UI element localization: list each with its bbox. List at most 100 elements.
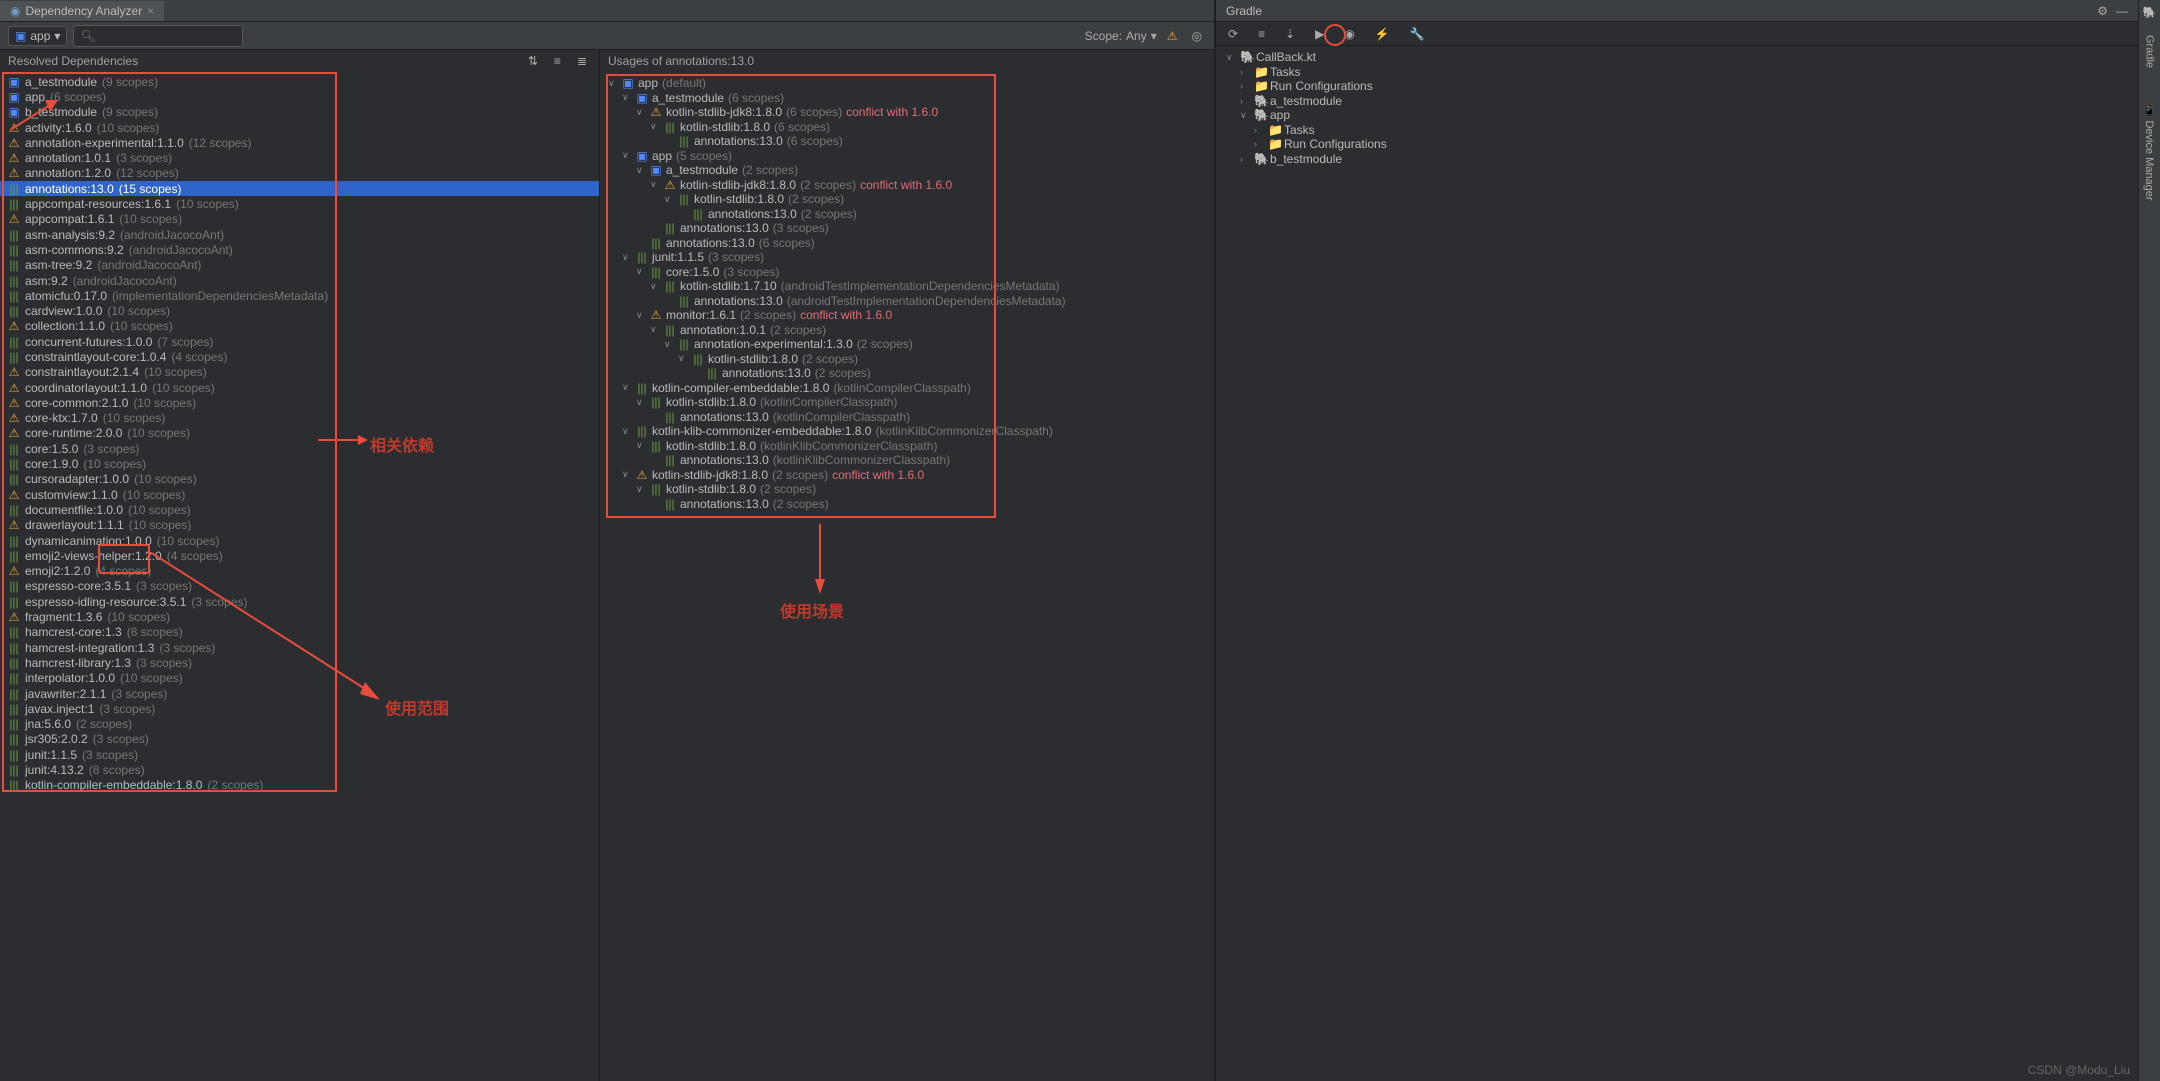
gradle-tree-row[interactable]: ›📁Run Configurations xyxy=(1226,79,2128,94)
dependency-row[interactable]: |||core:1.5.0(3 scopes) xyxy=(0,441,599,456)
dependency-row[interactable]: |||emoji2-views-helper:1.2.0(4 scopes) xyxy=(0,548,599,563)
dependency-row[interactable]: |||annotations:13.0(15 scopes) xyxy=(0,181,599,196)
gradle-tree-row[interactable]: ∨🐘CallBack.kt xyxy=(1226,50,2128,65)
close-icon[interactable]: × xyxy=(147,4,154,18)
dependency-row[interactable]: |||core:1.9.0(10 scopes) xyxy=(0,456,599,471)
usage-row[interactable]: ∨|||kotlin-stdlib:1.8.0 (2 scopes) xyxy=(608,192,1206,207)
dependency-row[interactable]: |||javax.inject:1(3 scopes) xyxy=(0,701,599,716)
dependency-row[interactable]: |||atomicfu:0.17.0(implementationDepende… xyxy=(0,288,599,303)
dependency-row[interactable]: |||dynamicanimation:1.0.0(10 scopes) xyxy=(0,533,599,548)
wrench-icon[interactable]: 🔧 xyxy=(1406,25,1429,43)
attach-icon[interactable]: ≡ xyxy=(1254,25,1269,43)
dependency-row[interactable]: ⚠core-runtime:2.0.0(10 scopes) xyxy=(0,426,599,441)
usage-row[interactable]: |||annotations:13.0 (6 scopes) xyxy=(608,236,1206,251)
collapse-icon[interactable]: ≣ xyxy=(573,52,591,70)
usage-row[interactable]: ∨⚠monitor:1.6.1 (2 scopes) conflict with… xyxy=(608,308,1206,323)
dependency-row[interactable]: |||concurrent-futures:1.0.0(7 scopes) xyxy=(0,334,599,349)
device-manager-label[interactable]: 📱 Device Manager xyxy=(2143,104,2156,201)
usage-row[interactable]: ∨|||kotlin-stdlib:1.7.10 (androidTestImp… xyxy=(608,279,1206,294)
gradle-strip-icon[interactable]: 🐘 xyxy=(2143,6,2156,19)
dependency-row[interactable]: ⚠emoji2:1.2.0(4 scopes) xyxy=(0,564,599,579)
usage-row[interactable]: ∨|||annotation-experimental:1.3.0 (2 sco… xyxy=(608,337,1206,352)
dependency-row[interactable]: |||asm-commons:9.2(androidJacocoAnt) xyxy=(0,242,599,257)
dependency-row[interactable]: ▣a_testmodule(9 scopes) xyxy=(0,74,599,89)
dependency-row[interactable]: |||constraintlayout-core:1.0.4(4 scopes) xyxy=(0,349,599,364)
scope-select[interactable]: Scope: Any ▾ xyxy=(1085,29,1157,43)
dependency-row[interactable]: |||asm-tree:9.2(androidJacocoAnt) xyxy=(0,258,599,273)
dependency-row[interactable]: ⚠customview:1.1.0(10 scopes) xyxy=(0,487,599,502)
usage-row[interactable]: |||annotations:13.0 (androidTestImplemen… xyxy=(608,294,1206,309)
dependency-row[interactable]: |||espresso-core:3.5.1(3 scopes) xyxy=(0,579,599,594)
dependency-row[interactable]: |||junit:4.13.2(8 scopes) xyxy=(0,762,599,777)
minimize-icon[interactable]: — xyxy=(2116,4,2128,18)
usage-row[interactable]: ∨|||kotlin-stdlib:1.8.0 (kotlinKlibCommo… xyxy=(608,439,1206,454)
dependency-row[interactable]: |||hamcrest-integration:1.3(3 scopes) xyxy=(0,640,599,655)
dependency-row[interactable]: |||javawriter:2.1.1(3 scopes) xyxy=(0,686,599,701)
gradle-tree-row[interactable]: ›🐘a_testmodule xyxy=(1226,94,2128,109)
tab-dependency-analyzer[interactable]: ◉ Dependency Analyzer × xyxy=(0,1,164,21)
dependency-row[interactable]: ⚠annotation:1.0.1(3 scopes) xyxy=(0,150,599,165)
dependency-row[interactable]: |||asm-analysis:9.2(androidJacocoAnt) xyxy=(0,227,599,242)
usage-row[interactable]: |||annotations:13.0 (2 scopes) xyxy=(608,207,1206,222)
dependency-row[interactable]: ⚠coordinatorlayout:1.1.0(10 scopes) xyxy=(0,380,599,395)
dependency-row[interactable]: ⚠annotation:1.2.0(12 scopes) xyxy=(0,166,599,181)
dependency-row[interactable]: |||hamcrest-library:1.3(3 scopes) xyxy=(0,655,599,670)
dependency-row[interactable]: ⚠constraintlayout:2.1.4(10 scopes) xyxy=(0,365,599,380)
gradle-tree-row[interactable]: ∨🐘app xyxy=(1226,108,2128,123)
offline-icon[interactable]: ⚡ xyxy=(1371,25,1394,43)
usage-row[interactable]: ∨|||core:1.5.0 (3 scopes) xyxy=(608,265,1206,280)
usage-row[interactable]: ∨|||kotlin-compiler-embeddable:1.8.0 (ko… xyxy=(608,381,1206,396)
usage-row[interactable]: ∨▣a_testmodule (6 scopes) xyxy=(608,91,1206,106)
dependency-row[interactable]: ⚠appcompat:1.6.1(10 scopes) xyxy=(0,212,599,227)
dependency-row[interactable]: ⚠core-common:2.1.0(10 scopes) xyxy=(0,395,599,410)
dependency-row[interactable]: ⚠activity:1.6.0(10 scopes) xyxy=(0,120,599,135)
dependency-row[interactable]: |||asm:9.2(androidJacocoAnt) xyxy=(0,273,599,288)
usage-row[interactable]: ∨|||kotlin-klib-commonizer-embeddable:1.… xyxy=(608,424,1206,439)
dependency-row[interactable]: |||appcompat-resources:1.6.1(10 scopes) xyxy=(0,196,599,211)
usage-row[interactable]: ∨⚠kotlin-stdlib-jdk8:1.8.0 (2 scopes) co… xyxy=(608,178,1206,193)
usage-row[interactable]: |||annotations:13.0 (kotlinKlibCommonize… xyxy=(608,453,1206,468)
usage-row[interactable]: ∨|||kotlin-stdlib:1.8.0 (2 scopes) xyxy=(608,482,1206,497)
dependency-row[interactable]: |||jsr305:2.0.2(3 scopes) xyxy=(0,732,599,747)
dependency-row[interactable]: |||documentfile:1.0.0(10 scopes) xyxy=(0,502,599,517)
warning-filter-icon[interactable]: ⚠ xyxy=(1163,27,1182,45)
usage-row[interactable]: ∨▣app (default) xyxy=(608,76,1206,91)
gradle-tree-row[interactable]: ›🐘b_testmodule xyxy=(1226,152,2128,167)
usage-row[interactable]: ∨|||kotlin-stdlib:1.8.0 (kotlinCompilerC… xyxy=(608,395,1206,410)
dependency-row[interactable]: |||jna:5.6.0(2 scopes) xyxy=(0,716,599,731)
gear-icon[interactable]: ⚙ xyxy=(2097,4,2108,18)
tree-icon[interactable]: ⇅ xyxy=(524,52,542,70)
usage-row[interactable]: |||annotations:13.0 (6 scopes) xyxy=(608,134,1206,149)
usage-row[interactable]: |||annotations:13.0 (2 scopes) xyxy=(608,366,1206,381)
dependency-row[interactable]: |||espresso-idling-resource:3.5.1(3 scop… xyxy=(0,594,599,609)
gradle-tree-row[interactable]: ›📁Tasks xyxy=(1226,65,2128,80)
refresh-icon[interactable]: ⟳ xyxy=(1224,25,1242,43)
analyzer-tool-icon[interactable]: ◉ xyxy=(1340,25,1358,43)
usage-row[interactable]: ∨⚠kotlin-stdlib-jdk8:1.8.0 (2 scopes) co… xyxy=(608,468,1206,483)
module-select[interactable]: ▣ app ▾ xyxy=(8,26,67,46)
dependency-row[interactable]: ▣b_testmodule(9 scopes) xyxy=(0,105,599,120)
usage-row[interactable]: ∨|||kotlin-stdlib:1.8.0 (6 scopes) xyxy=(608,120,1206,135)
usage-row[interactable]: |||annotations:13.0 (2 scopes) xyxy=(608,497,1206,512)
download-icon[interactable]: ⇣ xyxy=(1281,25,1299,43)
usage-row[interactable]: ∨|||annotation:1.0.1 (2 scopes) xyxy=(608,323,1206,338)
dependency-row[interactable]: ⚠fragment:1.3.6(10 scopes) xyxy=(0,609,599,624)
dependency-row[interactable]: |||cardview:1.0.0(10 scopes) xyxy=(0,303,599,318)
search-input[interactable]: 🔍︎ xyxy=(73,25,243,47)
usage-row[interactable]: ∨|||junit:1.1.5 (3 scopes) xyxy=(608,250,1206,265)
dependency-row[interactable]: ⚠collection:1.1.0(10 scopes) xyxy=(0,319,599,334)
usage-row[interactable]: ∨⚠kotlin-stdlib-jdk8:1.8.0 (6 scopes) co… xyxy=(608,105,1206,120)
dependency-row[interactable]: |||kotlin-compiler-embeddable:1.8.0(2 sc… xyxy=(0,778,599,793)
view-icon[interactable]: ◎ xyxy=(1188,27,1206,45)
dependency-row[interactable]: ▣app(6 scopes) xyxy=(0,89,599,104)
usage-row[interactable]: ∨▣a_testmodule (2 scopes) xyxy=(608,163,1206,178)
dependency-row[interactable]: ⚠core-ktx:1.7.0(10 scopes) xyxy=(0,411,599,426)
gradle-tree-row[interactable]: ›📁Tasks xyxy=(1226,123,2128,138)
dependency-row[interactable]: ⚠annotation-experimental:1.1.0(12 scopes… xyxy=(0,135,599,150)
dependency-row[interactable]: |||cursoradapter:1.0.0(10 scopes) xyxy=(0,472,599,487)
dependency-row[interactable]: |||junit:1.1.5(3 scopes) xyxy=(0,747,599,762)
dependency-row[interactable]: |||hamcrest-core:1.3(8 scopes) xyxy=(0,625,599,640)
usage-row[interactable]: |||annotations:13.0 (kotlinCompilerClass… xyxy=(608,410,1206,425)
expand-icon[interactable]: ≡ xyxy=(550,52,565,70)
usage-row[interactable]: ∨|||kotlin-stdlib:1.8.0 (2 scopes) xyxy=(608,352,1206,367)
